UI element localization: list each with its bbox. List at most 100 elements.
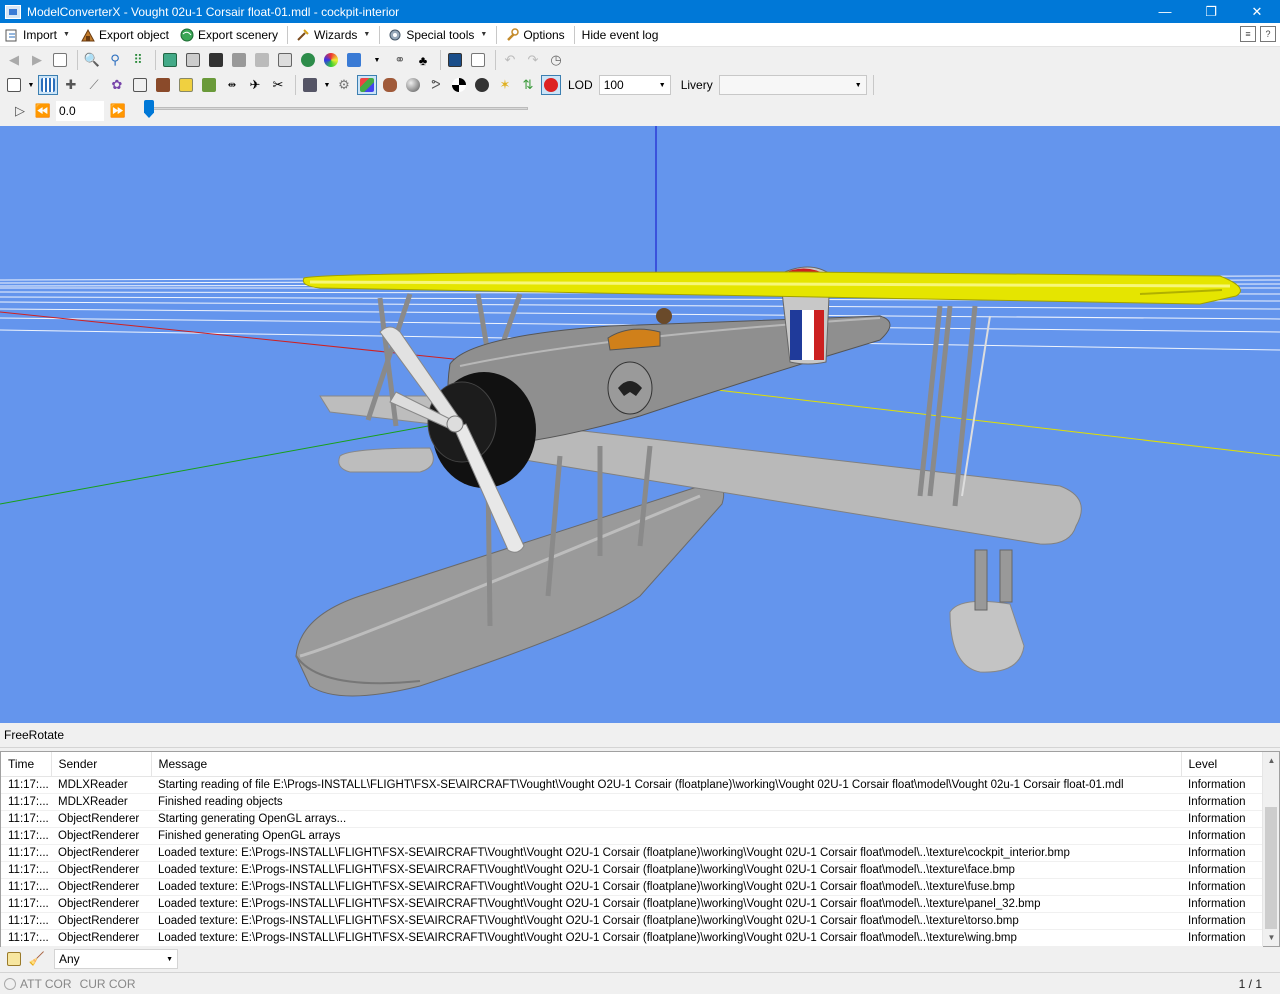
- log-message: Loaded texture: E:\Progs-INSTALL\FLIGHT\…: [151, 912, 1181, 930]
- log-time: 11:17:...: [1, 895, 51, 913]
- camera-icon[interactable]: [300, 75, 320, 95]
- wizards-label: Wizards: [314, 27, 358, 42]
- airplane-icon[interactable]: ✈: [245, 75, 265, 95]
- chevron-down-icon[interactable]: ▼: [480, 31, 487, 38]
- table-row[interactable]: 11:17:... ObjectRenderer Loaded texture: E…: [1, 912, 1263, 930]
- time-input[interactable]: 0.0: [56, 101, 104, 121]
- scale-icon[interactable]: ⇹: [222, 75, 242, 95]
- column-header-message[interactable]: Message: [151, 752, 1182, 777]
- screen-icon[interactable]: [445, 50, 465, 70]
- event-log-scrollbar[interactable]: ▲ ▼: [1262, 752, 1279, 946]
- table-row[interactable]: 11:17:... ObjectRenderer Loaded texture: E…: [1, 929, 1263, 947]
- shadow-icon[interactable]: ᕗ: [426, 75, 446, 95]
- table-row[interactable]: 11:17:... ObjectRenderer Finished generati…: [1, 827, 1263, 845]
- restore-button[interactable]: ❐: [1188, 0, 1234, 23]
- table-row[interactable]: 11:17:... ObjectRenderer Loaded texture: E…: [1, 861, 1263, 879]
- fast-forward-icon[interactable]: ⏩: [108, 101, 128, 121]
- ground-icon[interactable]: [199, 75, 219, 95]
- broom-icon[interactable]: 🧹: [27, 949, 47, 969]
- help-icon[interactable]: ?: [1260, 26, 1276, 42]
- notepad-icon[interactable]: [4, 949, 24, 969]
- dropdown-icon[interactable]: ▼: [367, 50, 387, 70]
- texture-icon[interactable]: [229, 50, 249, 70]
- scroll-up-icon[interactable]: ▲: [1263, 752, 1280, 769]
- column-header-time[interactable]: Time: [1, 752, 52, 777]
- bomb-icon[interactable]: [472, 75, 492, 95]
- export-object-menu[interactable]: Export object: [76, 24, 173, 46]
- import-menu[interactable]: Import ▼: [0, 24, 74, 46]
- table-row[interactable]: 11:17:... MDLXReader Starting reading of f…: [1, 776, 1263, 794]
- title-bar: ModelConverterX - Vought 02u-1 Corsair f…: [0, 0, 1280, 23]
- redo-icon[interactable]: ↷: [523, 50, 543, 70]
- search-icon[interactable]: 🔍: [82, 50, 102, 70]
- column-header-level[interactable]: Level: [1181, 752, 1264, 777]
- bones-icon[interactable]: ✿: [107, 75, 127, 95]
- apple-icon[interactable]: [541, 75, 561, 95]
- toolbar-main: ◀ ▶ 🔍 ⚲ ⠿ ▼ ⚭ ♣ ↶ ↷ ◷: [0, 48, 1280, 72]
- log-view-icon[interactable]: ≡: [1240, 26, 1256, 42]
- wizards-menu[interactable]: Wizards ▼: [291, 24, 374, 46]
- event-log[interactable]: Time Sender Message Level 11:17:... MDLXR…: [0, 751, 1280, 947]
- image-icon[interactable]: [183, 50, 203, 70]
- rewind-icon[interactable]: ⏪: [33, 101, 53, 121]
- axes-icon[interactable]: ✚: [61, 75, 81, 95]
- close-button[interactable]: ✕: [1234, 0, 1280, 23]
- material-editor-icon[interactable]: [160, 50, 180, 70]
- texture-toggle-icon[interactable]: [153, 75, 173, 95]
- table-row[interactable]: 11:17:... ObjectRenderer Loaded texture: E…: [1, 844, 1263, 862]
- scrollbar-thumb[interactable]: [1265, 807, 1277, 929]
- wireframe-icon[interactable]: [130, 75, 150, 95]
- play-icon[interactable]: ▷: [10, 101, 30, 121]
- tree-icon[interactable]: ♣: [413, 50, 433, 70]
- 3d-viewport[interactable]: [0, 126, 1280, 723]
- special-tools-menu[interactable]: Special tools ▼: [383, 24, 491, 46]
- sphere-icon[interactable]: [403, 75, 423, 95]
- refresh-icon[interactable]: ⇅: [518, 75, 538, 95]
- table-row[interactable]: 11:17:... ObjectRenderer Loaded texture: E…: [1, 878, 1263, 896]
- menu-separator: [287, 25, 289, 44]
- hierarchy-icon[interactable]: ⠿: [128, 50, 148, 70]
- map-pin-icon[interactable]: ⚲: [105, 50, 125, 70]
- export-view-icon[interactable]: [344, 50, 364, 70]
- link-icon[interactable]: ⚭: [390, 50, 410, 70]
- chevron-down-icon[interactable]: ▼: [63, 31, 70, 38]
- scroll-down-icon[interactable]: ▼: [1263, 929, 1280, 946]
- export-scenery-menu[interactable]: Export scenery: [175, 24, 282, 46]
- panel-icon[interactable]: [468, 50, 488, 70]
- zoom-extents-icon[interactable]: [4, 75, 24, 95]
- chevron-down-icon[interactable]: ▼: [363, 31, 370, 38]
- lod-select[interactable]: 100 ▼: [598, 75, 671, 95]
- hide-event-log-button[interactable]: Hide event log: [578, 24, 663, 46]
- checker-icon[interactable]: [449, 75, 469, 95]
- forward-arrow-icon[interactable]: ▶: [27, 50, 47, 70]
- back-arrow-icon[interactable]: ◀: [4, 50, 24, 70]
- livery-select[interactable]: ▼: [718, 75, 867, 95]
- clock-icon[interactable]: ◷: [546, 50, 566, 70]
- column-header-sender[interactable]: Sender: [51, 752, 152, 777]
- livery-label: Livery: [680, 78, 713, 92]
- grid-icon[interactable]: [38, 75, 58, 95]
- material-sphere-icon[interactable]: [380, 75, 400, 95]
- undo-icon[interactable]: ↶: [500, 50, 520, 70]
- table-row[interactable]: 11:17:... ObjectRenderer Starting generati…: [1, 810, 1263, 828]
- document-icon[interactable]: [50, 50, 70, 70]
- globe-icon[interactable]: [298, 50, 318, 70]
- cube-icon[interactable]: [357, 75, 377, 95]
- options-menu[interactable]: Options: [500, 24, 568, 46]
- level-filter-select[interactable]: Any ▼: [54, 949, 178, 969]
- lighting-icon[interactable]: [176, 75, 196, 95]
- settings-icon[interactable]: ⚙: [334, 75, 354, 95]
- dropdown-icon[interactable]: ▼: [323, 75, 331, 95]
- table-row[interactable]: 11:17:... ObjectRenderer Loaded texture: E…: [1, 895, 1263, 913]
- tag-icon[interactable]: [275, 50, 295, 70]
- table-row[interactable]: 11:17:... MDLXReader Finished reading obje…: [1, 793, 1263, 811]
- effects-icon[interactable]: ✶: [495, 75, 515, 95]
- scissors-icon[interactable]: ✂: [268, 75, 288, 95]
- resize-icon[interactable]: [252, 50, 272, 70]
- minimize-button[interactable]: —: [1142, 0, 1188, 23]
- color-wheel-icon[interactable]: [321, 50, 341, 70]
- animation-icon[interactable]: [206, 50, 226, 70]
- timeline-slider[interactable]: [148, 107, 528, 110]
- dropdown-icon[interactable]: ▼: [27, 75, 35, 95]
- normals-icon[interactable]: ⟋: [84, 75, 104, 95]
